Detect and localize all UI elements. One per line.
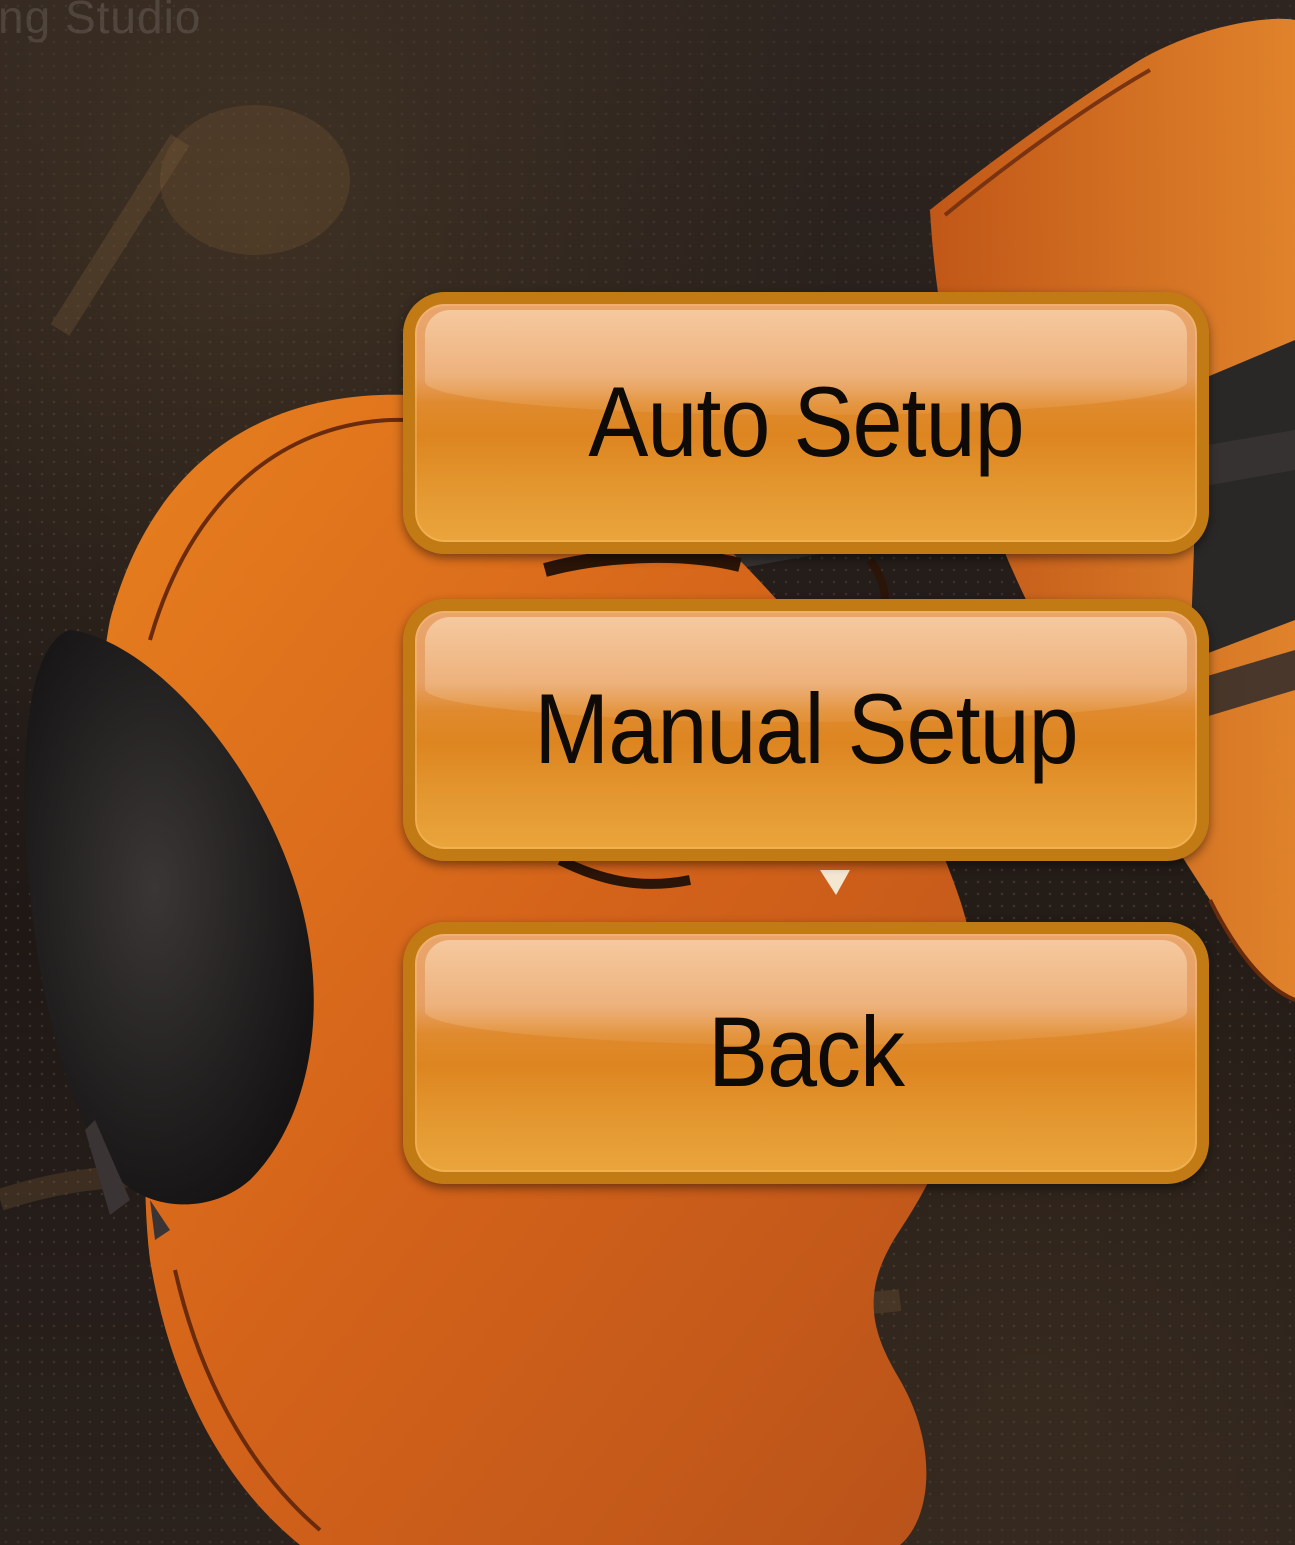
- back-label: Back: [707, 997, 905, 1108]
- watermark-text: ng Studio: [0, 0, 202, 43]
- manual-setup-button[interactable]: Manual Setup: [403, 599, 1209, 861]
- auto-setup-label: Auto Setup: [588, 367, 1024, 478]
- manual-setup-label: Manual Setup: [534, 674, 1078, 785]
- back-button[interactable]: Back: [403, 922, 1209, 1184]
- auto-setup-button[interactable]: Auto Setup: [403, 292, 1209, 554]
